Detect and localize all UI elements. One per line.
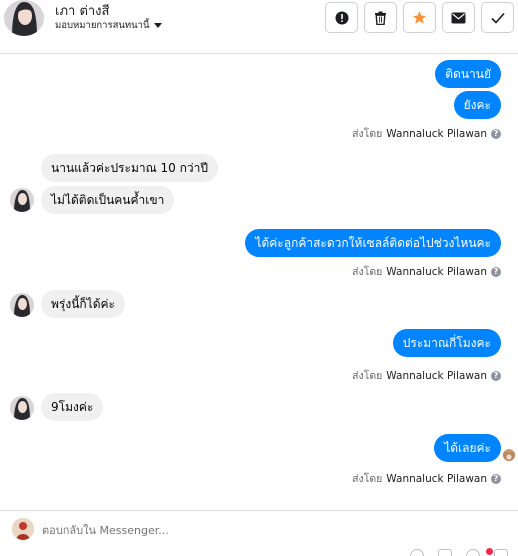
- help-icon[interactable]: ?: [491, 473, 501, 484]
- image-icon[interactable]: [438, 549, 452, 556]
- page-avatar: [12, 518, 34, 540]
- message-bubble-outgoing[interactable]: ยังคะ: [453, 91, 501, 119]
- sent-by-agent: Wannaluck Pilawan: [386, 472, 487, 485]
- sent-by-line: ส่งโดย Wannaluck Pilawan ?: [352, 125, 501, 142]
- sent-by-prefix: ส่งโดย: [352, 128, 383, 140]
- sent-by-prefix: ส่งโดย: [352, 473, 383, 485]
- sent-by-line: ส่งโดย Wannaluck Pilawan ?: [352, 367, 501, 384]
- help-icon[interactable]: ?: [491, 266, 501, 277]
- sent-by-agent: Wannaluck Pilawan: [386, 369, 487, 382]
- message-bubble-incoming[interactable]: ไม่ได้ติดเป็นคนค้ำเขา: [41, 186, 175, 214]
- message-bubble-incoming[interactable]: 9โมงค่ะ: [41, 393, 104, 421]
- message-bubble-incoming[interactable]: พรุ่งนี้ก็ได้ค่ะ: [41, 290, 125, 318]
- sent-by-agent: Wannaluck Pilawan: [386, 265, 487, 278]
- emoji-icon[interactable]: [466, 549, 480, 556]
- delete-button[interactable]: [364, 2, 397, 33]
- trash-icon: [375, 11, 386, 25]
- message-bubble-incoming[interactable]: นานแล้วค่ะประมาณ 10 กว่าปี: [41, 154, 218, 182]
- message-bubble-outgoing[interactable]: ติดนานยั: [435, 60, 501, 88]
- conversation-header: เภา ต่างสี มอบหมายการสนทนานี้: [0, 0, 518, 54]
- mark-spam-button[interactable]: [325, 2, 358, 33]
- contact-avatar-small: [10, 188, 34, 212]
- reply-composer: [0, 510, 518, 556]
- assign-label: มอบหมายการสนทนานี้: [55, 20, 150, 31]
- assign-conversation-dropdown[interactable]: มอบหมายการสนทนานี้: [55, 18, 162, 33]
- message-bubble-outgoing[interactable]: ได้เลยค่ะ: [434, 434, 501, 462]
- alert-octagon-icon: [335, 11, 348, 24]
- sent-by-agent: Wannaluck Pilawan: [386, 127, 487, 140]
- sent-by-line: ส่งโดย Wannaluck Pilawan ?: [352, 470, 501, 487]
- contact-avatar[interactable]: [4, 0, 44, 36]
- caret-down-icon: [153, 23, 162, 28]
- conversation-actions: [325, 2, 514, 33]
- sent-by-prefix: ส่งโดย: [352, 266, 383, 278]
- sent-by-prefix: ส่งโดย: [352, 370, 383, 382]
- mark-unread-button[interactable]: [442, 2, 475, 33]
- message-bubble-outgoing[interactable]: ประมาณกี่โมงคะ: [392, 329, 501, 357]
- contact-avatar-small: [10, 293, 34, 317]
- star-button[interactable]: [403, 2, 436, 33]
- mark-done-button[interactable]: [481, 2, 514, 33]
- composer-tools: [410, 549, 508, 556]
- message-bubble-outgoing[interactable]: ได้ค่ะลูกค้าสะดวกให้เซลล์ติดต่อไปช่วงไหน…: [245, 229, 501, 257]
- like-icon[interactable]: [494, 549, 508, 556]
- check-icon: [490, 12, 505, 24]
- help-icon[interactable]: ?: [491, 370, 501, 381]
- mail-icon: [451, 12, 466, 23]
- attach-icon[interactable]: [410, 549, 424, 556]
- help-icon[interactable]: ?: [491, 128, 501, 139]
- notification-dot: [486, 548, 493, 555]
- reply-input[interactable]: [42, 524, 482, 537]
- message-thread[interactable]: ติดนานยั ยังคะ ส่งโดย Wannaluck Pilawan …: [0, 54, 518, 510]
- seen-avatar: [503, 449, 515, 461]
- contact-avatar-small: [10, 396, 34, 420]
- sent-by-line: ส่งโดย Wannaluck Pilawan ?: [352, 263, 501, 280]
- star-icon: [412, 11, 427, 24]
